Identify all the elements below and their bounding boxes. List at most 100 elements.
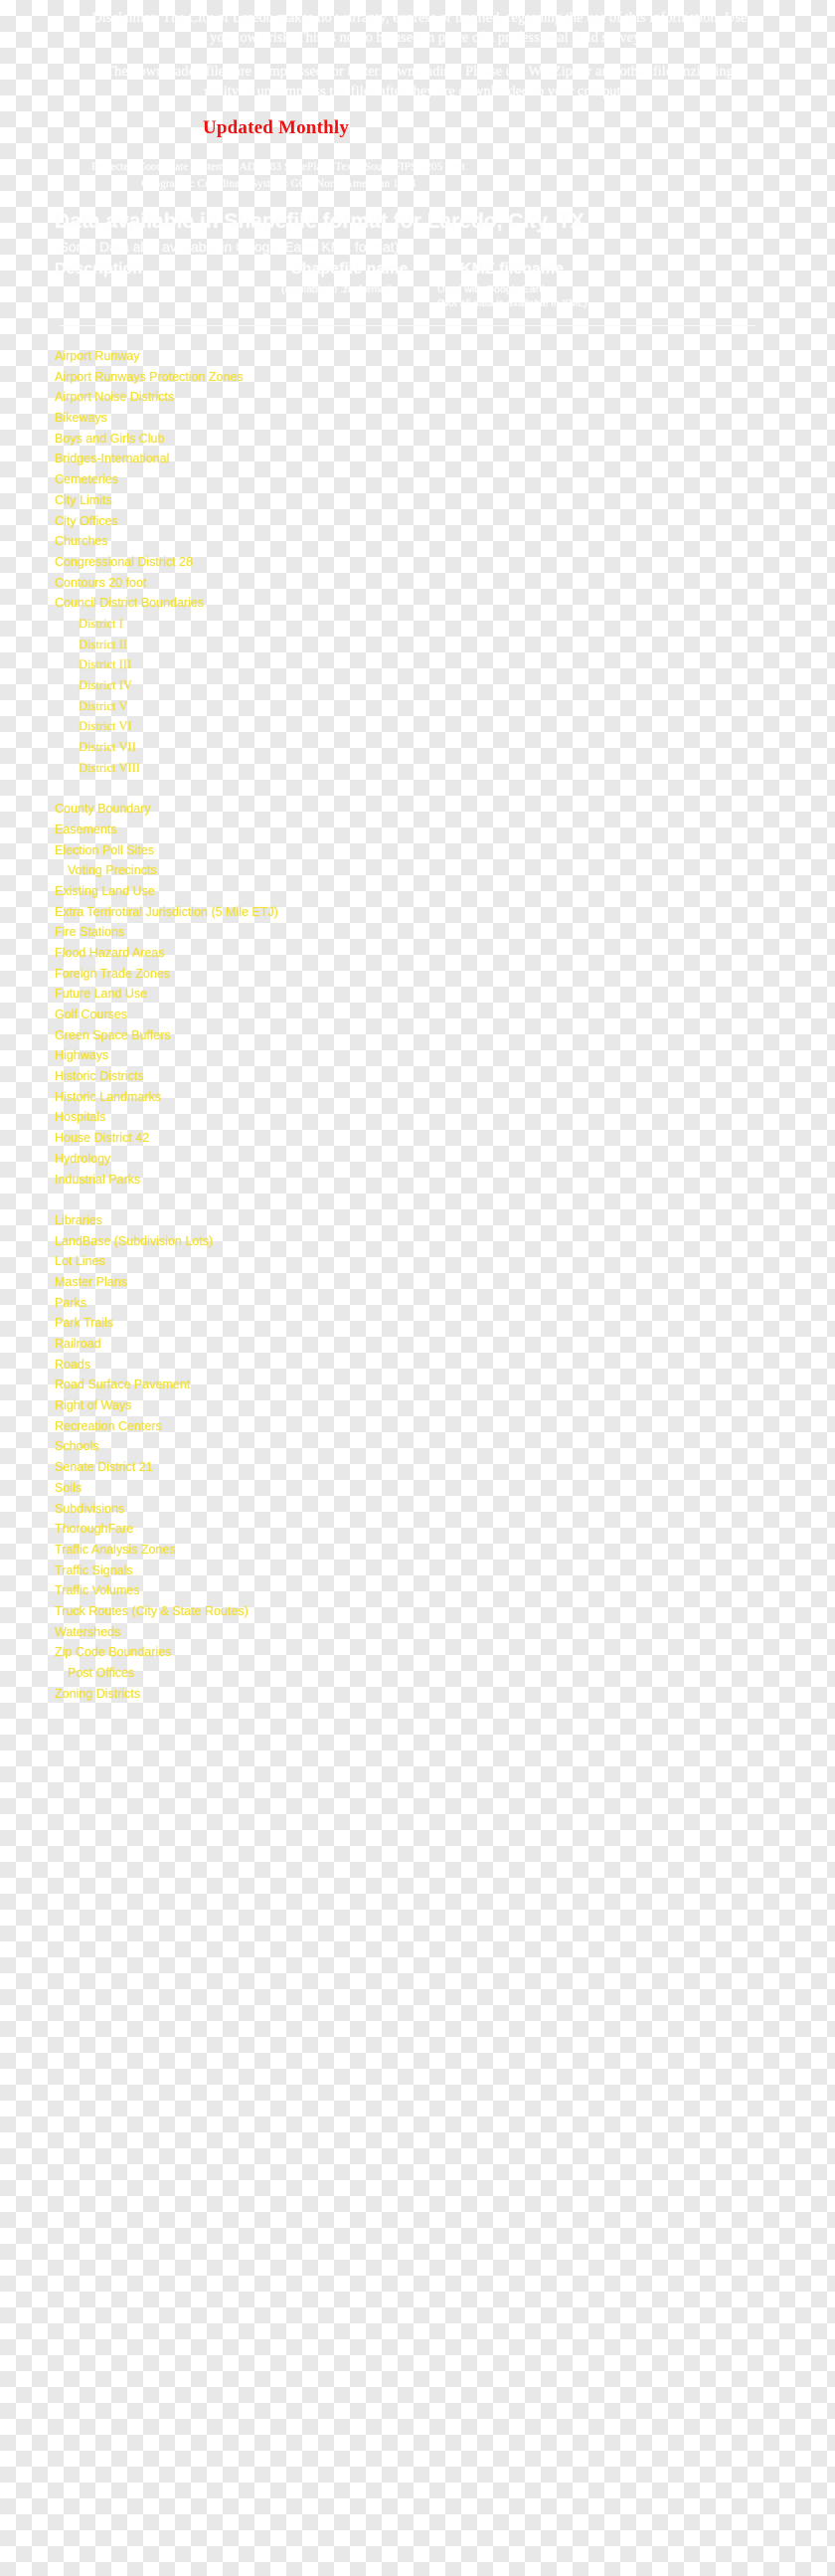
table-header-row: Description Shapefile name (available in… [55, 261, 621, 310]
list-item: Traffic Analysis Zones [0, 1540, 835, 1561]
gis-layer-link[interactable]: Roads [55, 1355, 90, 1376]
list-item: Lot Lines [0, 1251, 835, 1272]
list-item: Fire Stations [0, 922, 835, 943]
gis-layer-link[interactable]: City Limits [55, 490, 112, 511]
gis-layer-link[interactable]: House District 42 [55, 1128, 149, 1149]
list-item: Congressional District 28 [0, 552, 835, 573]
gis-layer-link[interactable]: Council District Boundaries [55, 593, 204, 614]
gis-layer-link[interactable]: Airport Runways Protection Zones [55, 367, 244, 388]
gis-layer-link[interactable]: Traffic Analysis Zones [55, 1540, 176, 1561]
gis-layer-link[interactable]: Flood Hazard Areas [55, 943, 164, 964]
gis-layer-link[interactable]: Soils [55, 1478, 82, 1499]
gis-layer-link[interactable]: Churches [55, 531, 108, 552]
column-note-kmz: Used with Google Earth (Not all data is … [437, 282, 626, 310]
gis-layer-link[interactable]: Election Poll Sites [55, 840, 154, 861]
gis-layer-link[interactable]: Park Trails [55, 1313, 113, 1334]
gis-layer-link[interactable]: County Boundary [55, 799, 151, 820]
gis-layer-link[interactable]: Subdivisions [55, 1499, 124, 1520]
gis-layer-link[interactable]: Parks [55, 1293, 86, 1314]
gis-layer-link[interactable]: Cemeteries [55, 469, 118, 490]
gis-layer-link[interactable]: Historic Landmarks [55, 1087, 161, 1108]
gis-layer-link[interactable]: Green Space Buffers [55, 1025, 171, 1046]
gis-layer-link[interactable]: Zoning Districts [55, 1684, 140, 1705]
list-item: Election Poll Sites [0, 840, 835, 861]
gis-layer-link[interactable]: Existing Land Use [55, 881, 155, 902]
gis-layer-link[interactable]: City Offices [55, 511, 118, 532]
gis-layer-link[interactable]: District II [79, 635, 127, 655]
gis-layer-link[interactable]: Industrial Parks [55, 1170, 140, 1191]
gis-layer-link[interactable]: Railroad [55, 1334, 101, 1355]
list-item: Cemeteries [0, 469, 835, 490]
gis-download-page: Disclaimer: The City of Laredo makes no … [0, 0, 835, 2576]
gis-layer-link[interactable]: District I [79, 614, 123, 635]
column-header-kmz-filename: KMZ filename [460, 261, 565, 277]
list-item: District VII [0, 737, 835, 758]
list-item: Park Trails [0, 1313, 835, 1334]
gis-layer-link[interactable]: Hydrology [55, 1149, 110, 1170]
gis-layer-link[interactable]: Congressional District 28 [55, 552, 193, 573]
gis-layer-link[interactable]: Contours 20 foot [55, 573, 146, 594]
gis-layer-link[interactable]: Libraries [55, 1210, 102, 1231]
gis-layer-link[interactable]: Historic Districts [55, 1066, 144, 1087]
list-item: Zoning Districts [0, 1684, 835, 1705]
availability-subtitle: (Some Data also available in Google Eart… [55, 239, 400, 255]
gis-layer-link[interactable]: Watersheds [55, 1622, 120, 1643]
updated-monthly-heading: Updated Monthly [202, 117, 350, 138]
gis-layer-link[interactable]: District V [79, 696, 127, 717]
list-item: Contours 20 foot [0, 573, 835, 594]
column-note-kmz-line1: Used with Google Earth [437, 283, 548, 295]
gis-layer-link[interactable]: LandBase (Subdivision Lots) [55, 1231, 213, 1252]
gis-layer-link[interactable]: Traffic Volumes [55, 1580, 139, 1601]
column-header-description: Description [55, 261, 143, 277]
gis-layer-link[interactable]: Golf Courses [55, 1005, 127, 1025]
list-item: Bridges-International [0, 449, 835, 469]
gis-layer-link[interactable]: District VI [79, 716, 132, 737]
list-item: Traffic Signals [0, 1561, 835, 1581]
list-item: Zip Code Boundaries [0, 1642, 835, 1663]
gis-layer-link[interactable]: Recreation Centers [55, 1416, 162, 1437]
list-item: Highways [0, 1045, 835, 1066]
gis-layer-link[interactable]: Bridges-International [55, 449, 169, 469]
list-item: Senate District 21 [0, 1457, 835, 1478]
gis-layer-link[interactable]: Traffic Signals [55, 1561, 133, 1581]
list-item: Watersheds [0, 1622, 835, 1643]
gis-layer-link[interactable]: District IV [79, 675, 132, 696]
gis-layer-link[interactable]: Easements [55, 820, 117, 840]
gis-layer-link[interactable]: Voting Precincts [68, 860, 157, 881]
list-item: Existing Land Use [0, 881, 835, 902]
gis-layer-link[interactable]: District III [79, 654, 131, 675]
gis-layer-link[interactable]: District VIII [79, 758, 140, 779]
gis-layer-link[interactable]: Extra Terrirotiral Jurisdiction (5 Mile … [55, 902, 278, 923]
gis-layer-link[interactable]: Fire Stations [55, 922, 124, 943]
gis-layer-link[interactable]: Post Offices [68, 1663, 134, 1684]
list-item: Foreign Trade Zones [0, 964, 835, 985]
header-divider [60, 325, 755, 326]
gis-layer-link[interactable]: ThoroughFare [55, 1519, 133, 1540]
gis-layer-link[interactable]: Boys and Girls Club [55, 429, 164, 450]
gis-layer-link[interactable]: Senate District 21 [55, 1457, 153, 1478]
gis-layer-link[interactable]: Zip Code Boundaries [55, 1642, 171, 1663]
gis-layer-link[interactable]: Bikeways [55, 408, 107, 429]
gis-layer-link[interactable]: Foreign Trade Zones [55, 964, 170, 985]
gis-layer-link[interactable]: Highways [55, 1045, 108, 1066]
list-item: Airport Runway [0, 346, 835, 367]
gis-layer-link[interactable]: District VII [79, 737, 136, 758]
list-item: District I [0, 614, 835, 635]
gis-layer-link-list: Airport Runway Airport Runways Protection… [0, 346, 835, 1704]
compression-note-text: The downloaded files are compressed for … [105, 64, 734, 99]
gis-layer-link[interactable]: Master Plans [55, 1272, 127, 1293]
gis-layer-link[interactable]: Right of Ways [55, 1395, 131, 1416]
gis-layer-link[interactable]: Airport Noise Districts [55, 387, 174, 408]
gis-layer-link[interactable]: Hospitals [55, 1107, 105, 1128]
gis-layer-link[interactable]: Future Land Use [55, 984, 147, 1005]
list-item: Libraries [0, 1210, 835, 1231]
list-item: Airport Runways Protection Zones [0, 367, 835, 388]
gis-layer-link[interactable]: Schools [55, 1436, 98, 1457]
gis-layer-link[interactable]: Road Surface Pavement [55, 1375, 190, 1395]
list-item: LandBase (Subdivision Lots) [0, 1231, 835, 1252]
gis-layer-link[interactable]: Lot Lines [55, 1251, 105, 1272]
list-item: Flood Hazard Areas [0, 943, 835, 964]
gis-layer-link[interactable]: Truck Routes (City & State Routes) [55, 1601, 249, 1622]
gis-layer-link[interactable]: Airport Runway [55, 346, 139, 367]
